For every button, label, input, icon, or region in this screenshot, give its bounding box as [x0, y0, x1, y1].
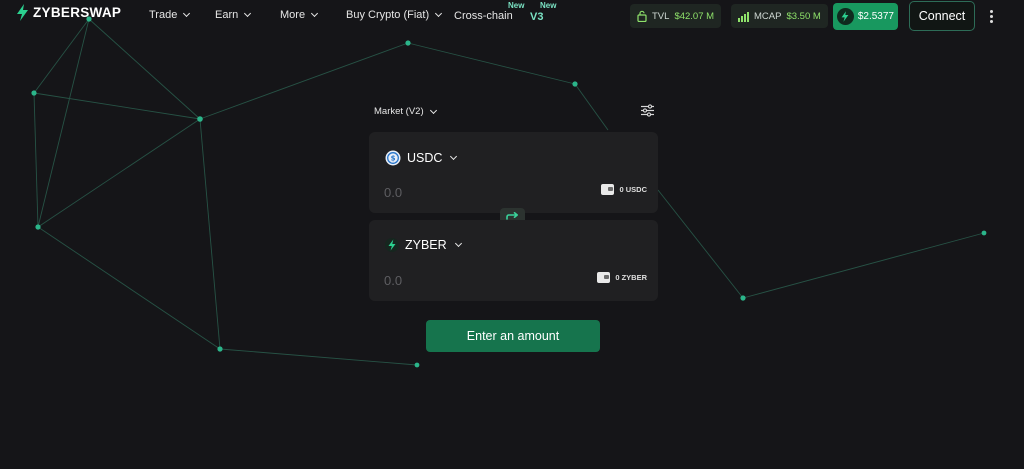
- chevron-down-icon: [450, 152, 458, 160]
- swap-to-panel: ZYBER 0.0 0 ZYBER: [369, 220, 658, 301]
- to-amount-input[interactable]: 0.0: [384, 273, 402, 288]
- connect-button[interactable]: Connect: [909, 1, 975, 31]
- new-badge-crosschain: New: [508, 1, 525, 10]
- from-amount-input[interactable]: 0.0: [384, 185, 402, 200]
- to-balance: 0 ZYBER: [597, 272, 647, 283]
- enter-amount-button[interactable]: Enter an amount: [426, 320, 600, 352]
- chevron-down-icon: [454, 239, 462, 247]
- svg-text:$: $: [391, 155, 396, 163]
- zyber-price: $2.5377: [857, 11, 894, 22]
- logo[interactable]: ZYBERSWAP: [16, 4, 121, 21]
- to-token-selector[interactable]: ZYBER: [385, 237, 462, 253]
- from-token-selector[interactable]: $ USDC: [385, 150, 458, 166]
- swap-from-panel: $ USDC 0.0 0 USDC: [369, 132, 658, 213]
- nav-buy-crypto[interactable]: Buy Crypto (Fiat): [346, 9, 443, 21]
- mcap-label: MCAP: [754, 10, 782, 22]
- lock-icon: [637, 10, 647, 22]
- mcap-value: $3.50 M: [786, 10, 821, 22]
- nav-trade-label: Trade: [149, 9, 178, 21]
- top-nav: ZYBERSWAP Trade Earn More Buy Crypto (Fi…: [0, 0, 1024, 34]
- token-circle: [837, 8, 854, 25]
- chevron-down-icon: [435, 9, 443, 18]
- tvl-stat: TVL $42.07 M: [630, 4, 722, 28]
- market-mode-selector[interactable]: Market (V2): [374, 106, 437, 117]
- to-token-symbol: ZYBER: [405, 238, 447, 252]
- bar-chart-icon: [738, 11, 749, 22]
- nav-v3[interactable]: V3: [530, 11, 543, 23]
- zyber-icon: [385, 238, 399, 252]
- new-badge-v3: New: [540, 1, 557, 10]
- logo-text: ZYBERSWAP: [33, 5, 122, 20]
- chevron-down-icon: [183, 9, 191, 18]
- usdc-icon: $: [385, 150, 401, 166]
- nav-crosschain[interactable]: Cross-chain: [454, 10, 513, 22]
- from-balance-value: 0 USDC: [619, 185, 647, 194]
- wallet-icon: [601, 184, 615, 195]
- wallet-icon: [597, 272, 611, 283]
- more-options-icon[interactable]: [990, 10, 994, 23]
- from-token-symbol: USDC: [407, 151, 443, 165]
- tvl-value: $42.07 M: [674, 10, 715, 22]
- settings-sliders-icon[interactable]: [640, 104, 655, 117]
- lightning-icon: [842, 11, 849, 22]
- nav-more[interactable]: More: [280, 9, 319, 21]
- chevron-down-icon: [311, 9, 319, 18]
- chevron-down-icon: [429, 106, 437, 114]
- nav-more-label: More: [280, 9, 306, 21]
- market-mode-label: Market (V2): [374, 106, 424, 117]
- nav-trade[interactable]: Trade: [149, 9, 191, 21]
- nav-earn[interactable]: Earn: [215, 9, 252, 21]
- chevron-down-icon: [244, 9, 252, 18]
- nav-crosschain-label: Cross-chain: [454, 10, 513, 22]
- tvl-label: TVL: [652, 10, 670, 22]
- nav-buy-crypto-label: Buy Crypto (Fiat): [346, 9, 430, 21]
- from-balance: 0 USDC: [601, 184, 647, 195]
- nav-earn-label: Earn: [215, 9, 239, 21]
- mcap-stat: MCAP $3.50 M: [731, 4, 828, 28]
- zyber-price-button[interactable]: $2.5377: [833, 3, 898, 30]
- to-balance-value: 0 ZYBER: [615, 273, 647, 282]
- lightning-icon: [17, 4, 28, 21]
